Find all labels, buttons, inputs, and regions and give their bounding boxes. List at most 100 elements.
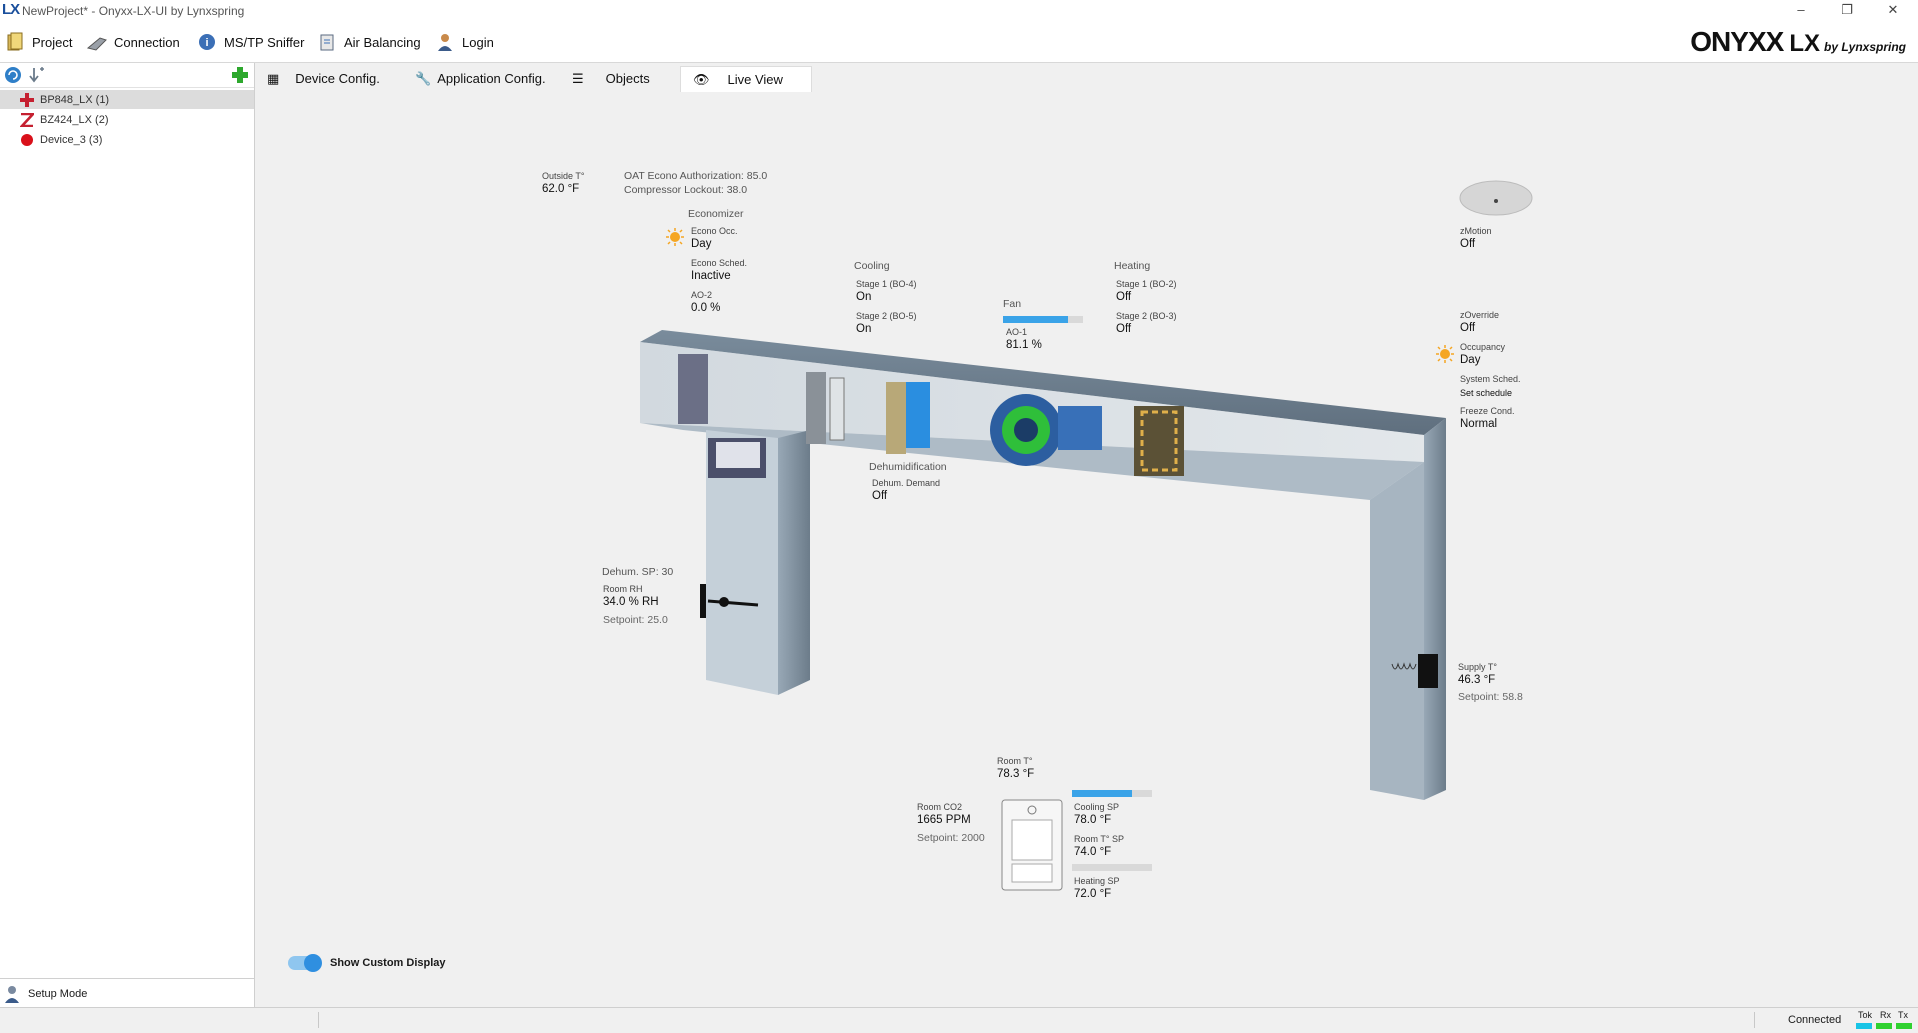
red-cross-icon bbox=[20, 92, 34, 107]
system-sched-value[interactable]: Set schedule bbox=[1460, 388, 1512, 398]
zmotion-value: Off bbox=[1460, 238, 1476, 250]
heating-sp-value: 72.0 °F bbox=[1074, 888, 1112, 900]
tok-indicator: Tok bbox=[1858, 1010, 1873, 1020]
zmotion-label: zMotion bbox=[1460, 226, 1492, 236]
tree-item-bp848[interactable]: BP848_LX (1) bbox=[0, 90, 254, 109]
tab-live-view[interactable]: 👁 Live View bbox=[680, 66, 812, 92]
fan-ao-label: AO-1 bbox=[1006, 327, 1028, 337]
custom-display-label: Show Custom Display bbox=[330, 957, 446, 969]
minimize-button[interactable]: – bbox=[1786, 2, 1816, 20]
user-icon bbox=[434, 31, 456, 53]
econo-sched-label: Econo Sched. bbox=[691, 258, 748, 268]
menu-sniffer-label: MS/TP Sniffer bbox=[224, 34, 305, 50]
heating-sp-bar bbox=[1072, 864, 1152, 871]
cooling-s2-label: Stage 2 (BO-5) bbox=[856, 311, 917, 321]
setup-mode-button[interactable]: Setup Mode bbox=[0, 978, 254, 1009]
menu-bar: Project Connection i MS/TP Sniffer Air B… bbox=[0, 22, 1918, 63]
menu-air-balancing[interactable]: Air Balancing bbox=[316, 30, 421, 54]
tab-application-config[interactable]: 🔧 Application Config. bbox=[403, 66, 553, 91]
oat-econo-auth: OAT Econo Authorization: 85.0 bbox=[624, 170, 768, 182]
supply-temp-setpoint: Setpoint: 58.8 bbox=[1458, 691, 1523, 703]
custom-display-toggle[interactable] bbox=[288, 954, 322, 972]
room-temp-label: Room T° bbox=[997, 756, 1033, 766]
supply-temp-value: 46.3 °F bbox=[1458, 674, 1496, 686]
cooling-sp-label: Cooling SP bbox=[1074, 802, 1120, 812]
cooling-s1-value: On bbox=[856, 291, 872, 303]
cooling-sp-fill bbox=[1072, 790, 1132, 797]
close-button[interactable]: ✕ bbox=[1878, 2, 1908, 20]
outside-temp-value: 62.0 °F bbox=[542, 183, 580, 195]
econo-sched-value: Inactive bbox=[691, 270, 731, 282]
dehum-demand-value: Off bbox=[872, 490, 888, 502]
room-rh-value: 34.0 % RH bbox=[603, 596, 659, 608]
tx-light bbox=[1896, 1023, 1912, 1029]
tree-item-device3[interactable]: Device_3 (3) bbox=[0, 130, 254, 149]
menu-sniffer[interactable]: i MS/TP Sniffer bbox=[196, 30, 304, 54]
rx-indicator: Rx bbox=[1880, 1010, 1891, 1020]
brand-name: ONYXX bbox=[1690, 26, 1784, 57]
cooling-title: Cooling bbox=[854, 260, 890, 272]
cooling-s1-label: Stage 1 (BO-4) bbox=[856, 279, 917, 289]
dehum-demand-label: Dehum. Demand bbox=[872, 478, 941, 488]
damper-block bbox=[678, 354, 708, 424]
room-co2-value: 1665 PPM bbox=[917, 814, 971, 826]
tree-item-label: BP848_LX (1) bbox=[40, 93, 110, 106]
menu-project[interactable]: Project bbox=[4, 30, 72, 54]
tree-item-bz424[interactable]: BZ424_LX (2) bbox=[0, 110, 254, 129]
cooling-sp-value: 78.0 °F bbox=[1074, 814, 1112, 826]
tree-item-label: BZ424_LX (2) bbox=[40, 113, 109, 126]
supply-temp-sensor bbox=[1418, 654, 1438, 688]
filter-block bbox=[806, 372, 826, 444]
dehum-title: Dehumidification bbox=[869, 461, 947, 473]
brand-lx: LX bbox=[1789, 30, 1820, 57]
grid-icon: ▦ bbox=[267, 70, 280, 86]
econo-ao-label: AO-2 bbox=[691, 290, 713, 300]
refresh-icon[interactable] bbox=[4, 66, 22, 89]
folder-icon bbox=[4, 31, 26, 53]
menu-login[interactable]: Login bbox=[434, 30, 494, 54]
user-icon bbox=[5, 986, 19, 1003]
room-co2-label: Room CO2 bbox=[917, 802, 963, 812]
red-dot-icon bbox=[21, 133, 33, 146]
tok-light bbox=[1856, 1023, 1872, 1029]
sun-icon bbox=[1436, 345, 1454, 363]
heating-sp-label: Heating SP bbox=[1074, 876, 1120, 886]
brand-by: by Lynxspring bbox=[1823, 40, 1906, 54]
restore-button[interactable]: ❐ bbox=[1832, 2, 1862, 20]
wrench-icon: 🔧 bbox=[415, 70, 432, 86]
sun-icon bbox=[666, 228, 684, 246]
fan-title: Fan bbox=[1003, 298, 1022, 310]
tx-indicator: Tx bbox=[1898, 1010, 1908, 1020]
room-temp-value: 78.3 °F bbox=[997, 768, 1035, 780]
heating-s2-value: Off bbox=[1116, 323, 1132, 335]
menu-connection[interactable]: Connection bbox=[86, 30, 180, 54]
connection-plug-icon bbox=[86, 31, 108, 53]
room-rh-setpoint: Setpoint: 25.0 bbox=[603, 614, 668, 626]
tab-device-config[interactable]: ▦ Device Config. bbox=[255, 66, 395, 91]
room-rh-label: Room RH bbox=[603, 584, 643, 594]
app-logo: LX bbox=[2, 1, 20, 18]
tab-label: Objects bbox=[605, 71, 650, 86]
room-sp-label: Room T° SP bbox=[1074, 834, 1124, 844]
compressor-lockout: Compressor Lockout: 38.0 bbox=[624, 184, 748, 196]
live-view-canvas: Outside T° 62.0 °F OAT Econo Authorizati… bbox=[258, 90, 1918, 1002]
supply-temp-label: Supply T° bbox=[1458, 662, 1497, 672]
zoverride-label: zOverride bbox=[1460, 310, 1500, 320]
svg-text:i: i bbox=[205, 37, 208, 49]
heating-s2-label: Stage 2 (BO-3) bbox=[1116, 311, 1177, 321]
tab-label: Application Config. bbox=[437, 71, 546, 86]
room-co2-setpoint: Setpoint: 2000 bbox=[917, 832, 985, 844]
sort-down-icon[interactable] bbox=[28, 66, 46, 89]
window-title: NewProject* - Onyxx-LX-UI by Lynxspring bbox=[22, 4, 245, 18]
heating-s1-value: Off bbox=[1116, 291, 1132, 303]
tree-toolbar bbox=[0, 63, 254, 88]
setup-mode-label: Setup Mode bbox=[28, 988, 88, 1000]
fan-output-fill bbox=[1003, 316, 1068, 323]
tab-objects[interactable]: ☰ Objects bbox=[560, 66, 670, 91]
brand-logo: ONYXX LX by Lynxspring bbox=[1690, 26, 1906, 60]
heating-s1-label: Stage 1 (BO-2) bbox=[1116, 279, 1177, 289]
add-device-icon[interactable] bbox=[230, 66, 250, 89]
heating-title: Heating bbox=[1114, 260, 1151, 272]
list-icon: ☰ bbox=[572, 70, 584, 86]
outside-temp-label: Outside T° bbox=[542, 171, 585, 181]
